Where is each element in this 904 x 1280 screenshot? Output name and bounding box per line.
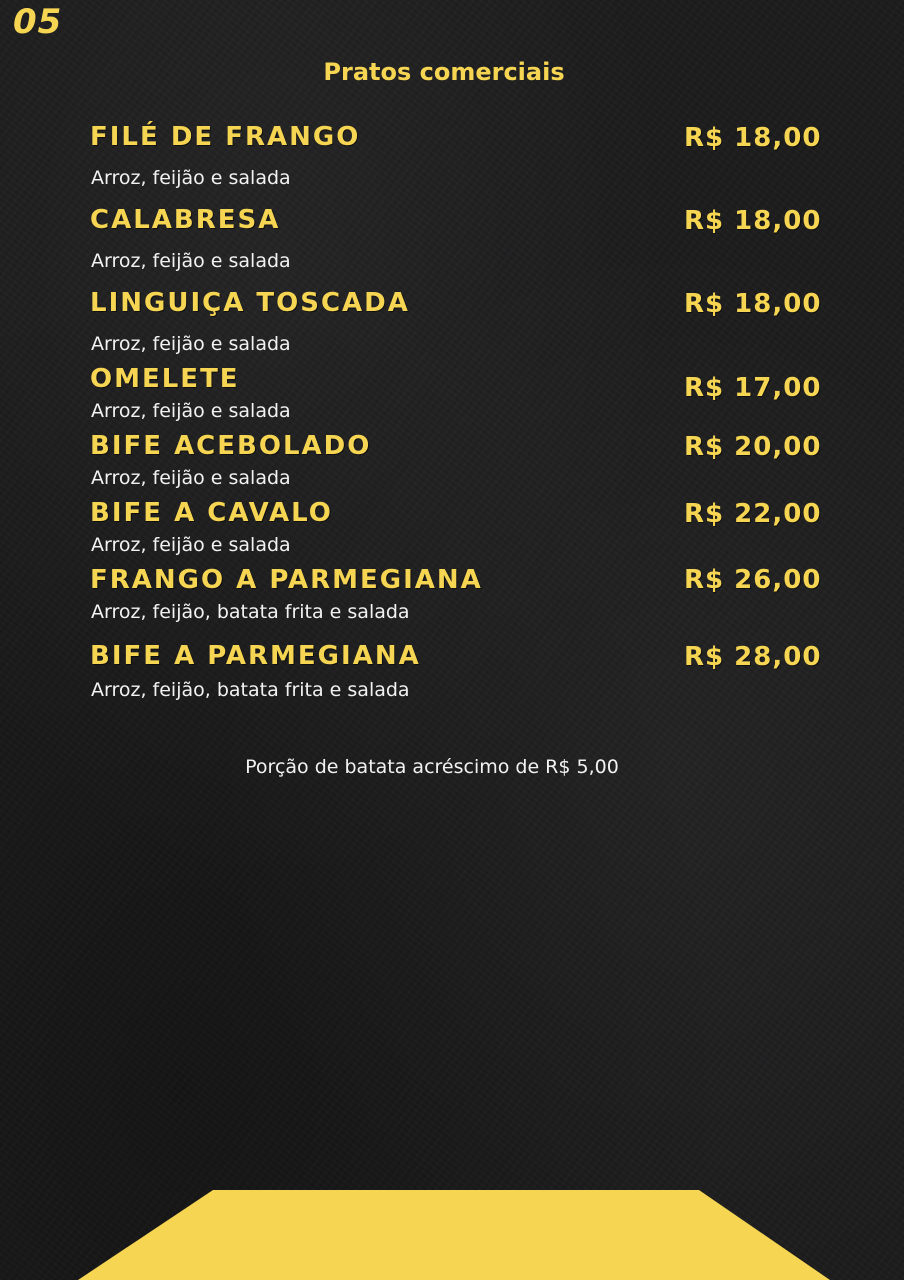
batata-surcharge-note: Porção de batata acréscimo de R$ 5,00 (245, 756, 619, 778)
menu-item-name: BIFE A PARMEGIANA (90, 641, 421, 671)
menu-item-name: FILÉ DE FRANGO (90, 122, 361, 152)
menu-item-description: Arroz, feijão e salada (91, 167, 291, 189)
menu-item-price: R$ 22,00 (684, 499, 822, 529)
menu-item-name: BIFE ACEBOLADO (90, 431, 372, 461)
menu-item-name: FRANGO A PARMEGIANA (90, 565, 483, 595)
menu-item-name: BIFE A CAVALO (90, 498, 333, 528)
menu-item-price: R$ 18,00 (684, 123, 822, 153)
menu-item-name: CALABRESA (90, 205, 281, 235)
section-title: Pratos comerciais (323, 58, 565, 86)
menu-item-description: Arroz, feijão, batata frita e salada (91, 601, 410, 623)
menu-item-description: Arroz, feijão e salada (91, 467, 291, 489)
menu-item-name: LINGUIÇA TOSCADA (90, 288, 410, 318)
footer-decoration (78, 1190, 830, 1280)
footer-trapezoid-shape (78, 1190, 830, 1280)
page-number: 05 (13, 2, 63, 42)
menu-item-description: Arroz, feijão e salada (91, 250, 291, 272)
menu-item-description: Arroz, feijão e salada (91, 333, 291, 355)
menu-item-price: R$ 28,00 (684, 642, 822, 672)
menu-item-description: Arroz, feijão e salada (91, 400, 291, 422)
menu-item-price: R$ 26,00 (684, 565, 822, 595)
menu-item-description: Arroz, feijão e salada (91, 534, 291, 556)
menu-item-price: R$ 18,00 (684, 206, 822, 236)
menu-item-price: R$ 17,00 (684, 373, 822, 403)
menu-item-name: OMELETE (90, 364, 240, 394)
menu-item-description: Arroz, feijão, batata frita e salada (91, 679, 410, 701)
menu-item-price: R$ 20,00 (684, 432, 822, 462)
menu-item-price: R$ 18,00 (684, 289, 822, 319)
